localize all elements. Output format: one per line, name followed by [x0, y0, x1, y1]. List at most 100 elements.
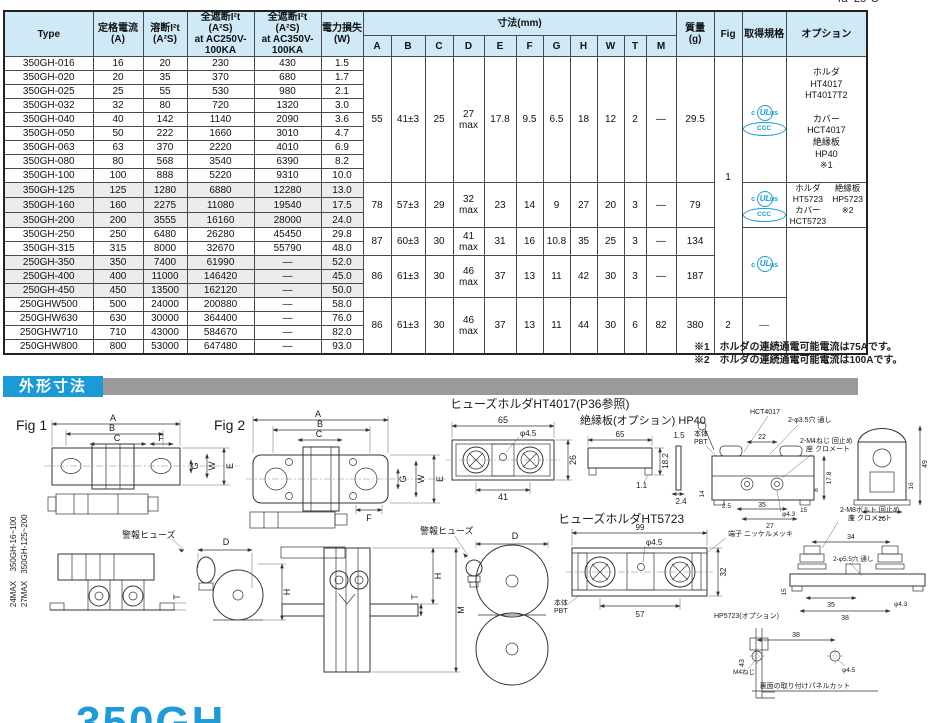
cell-options: ホルダHT5723カバーHCT5723絶縁板HP5723※2: [786, 183, 867, 228]
cell-num: 8000: [143, 242, 187, 256]
dim-label: D: [512, 531, 519, 541]
cell-dim: 25: [425, 57, 453, 183]
dim-label: 43: [739, 659, 746, 667]
cell-dim: —: [646, 57, 676, 183]
panel-hole-label: M4ねじ: [733, 668, 755, 676]
cell-num: 55: [143, 85, 187, 99]
dim-label: 49: [922, 460, 929, 468]
dim-label: 57: [636, 610, 645, 619]
dim-label: 1.1: [636, 481, 648, 490]
ht4017-drawing: ヒューズホルダHT4017(P36参照) 65 φ4.5 41 26: [446, 398, 629, 502]
cell-num: —: [254, 312, 321, 326]
dim-label: 27: [766, 523, 774, 530]
cell-num: 222: [143, 127, 187, 141]
cell-num: 13500: [143, 284, 187, 298]
cell-num: 1320: [254, 99, 321, 113]
cell-type: 350GH-125: [4, 183, 93, 198]
dim-label: G: [398, 475, 408, 482]
cell-dim: 6: [624, 298, 646, 355]
cell-num: 10.0: [321, 169, 363, 183]
hct4017-screw-note: 座 クロメート: [806, 444, 850, 453]
col-header-options: オプション: [786, 11, 867, 57]
fig1-range-label: 350GH-16~100: [9, 516, 18, 571]
cell-num: 8.2: [321, 155, 363, 169]
cell-num: 16160: [187, 213, 254, 228]
dim-label: C: [316, 429, 323, 439]
cell-num: 55790: [254, 242, 321, 256]
cell-dim: 61±3: [391, 256, 425, 298]
cell-num: 6.9: [321, 141, 363, 155]
cell-certs: cULus: [742, 228, 786, 298]
cell-dim: 27: [570, 183, 597, 228]
cell-num: 32: [93, 99, 143, 113]
spec-table-body: 350GH-01616202304301.55541±32527 max17.8…: [4, 57, 867, 355]
cell-num: 1280: [143, 183, 187, 198]
cell-dim: 35: [570, 228, 597, 256]
dim-label: 99: [636, 523, 645, 532]
cell-dim: 46 max: [453, 256, 484, 298]
cell-num: 3555: [143, 213, 187, 228]
cell-num: 80: [143, 99, 187, 113]
cell-num: 6880: [187, 183, 254, 198]
panel-hole-label: φ4.5: [842, 667, 856, 674]
cell-num: 50: [93, 127, 143, 141]
dim-label: 2.4: [675, 497, 687, 506]
section-rule: [3, 378, 858, 395]
cul-us-mark: cULus: [750, 189, 778, 206]
cell-dim: 31: [484, 228, 516, 256]
cell-num: 26280: [187, 228, 254, 242]
ht5723-title: ヒューズホルダHT5723: [558, 511, 684, 526]
cell-num: 370: [143, 141, 187, 155]
cell-num: 315: [93, 242, 143, 256]
cell-num: 45.0: [321, 270, 363, 284]
cell-num: 250: [93, 228, 143, 242]
cell-dim: 6.5: [543, 57, 570, 183]
ccc-mark: CCC: [743, 122, 786, 136]
dim-label: H: [433, 573, 443, 580]
cell-type: 250GHW630: [4, 312, 93, 326]
hct4017-body-material: PBT: [694, 439, 708, 446]
cell-num: 1140: [187, 113, 254, 127]
cell-num: 52.0: [321, 256, 363, 270]
dim-label: W: [207, 461, 217, 470]
cell-num: 568: [143, 155, 187, 169]
panel-cut-note: 裏面の取り付けパネルカット: [760, 681, 851, 690]
dim-label: 26: [568, 455, 578, 465]
cell-num: 28000: [254, 213, 321, 228]
dim-label: φ4.3: [782, 511, 796, 518]
cell-certs: cULusCCC: [742, 57, 786, 183]
cell-type: 250GH-450: [4, 284, 93, 298]
cell-num: 20: [143, 57, 187, 71]
cell-num: 142: [143, 113, 187, 127]
cell-num: 630: [93, 312, 143, 326]
dim-label: 41: [498, 492, 508, 502]
fig2-label: Fig 2: [214, 417, 245, 433]
cell-options: [786, 228, 867, 355]
hct4017-hole-note: 2-φ3.5穴 通し: [788, 415, 831, 424]
cul-us-mark: cULus: [750, 254, 778, 271]
cell-dim: 9.5: [516, 57, 543, 183]
ht5723-body-label: 本体: [554, 598, 568, 607]
dim-letter-b: B: [391, 36, 425, 57]
cell-num: 450: [93, 284, 143, 298]
cell-num: 530: [187, 85, 254, 99]
cell-num: 3540: [187, 155, 254, 169]
cell-dim: —: [646, 183, 676, 228]
cell-type: 350GH-080: [4, 155, 93, 169]
dim-label: A: [110, 413, 116, 423]
cell-dim: 60±3: [391, 228, 425, 256]
fig1-alarm-fuse-label: 警報ヒューズ: [122, 529, 176, 540]
dim-label: 17.8: [826, 471, 833, 484]
ccc-mark: CCC: [743, 208, 786, 222]
cell-num: 1.5: [321, 57, 363, 71]
cell-num: 17.5: [321, 198, 363, 213]
col-header-type: Type: [4, 11, 93, 57]
dim-label: φ4.5: [520, 429, 537, 438]
cell-num: 48.0: [321, 242, 363, 256]
cell-dim: 20: [597, 183, 624, 228]
cell-dim: 10.8: [543, 228, 570, 256]
ht5723-terminal-note: 端子 ニッケルメッキ: [728, 529, 793, 538]
dim-label: 15: [800, 507, 808, 514]
dim-label: F: [366, 513, 372, 523]
dim-label: 65: [616, 430, 625, 439]
